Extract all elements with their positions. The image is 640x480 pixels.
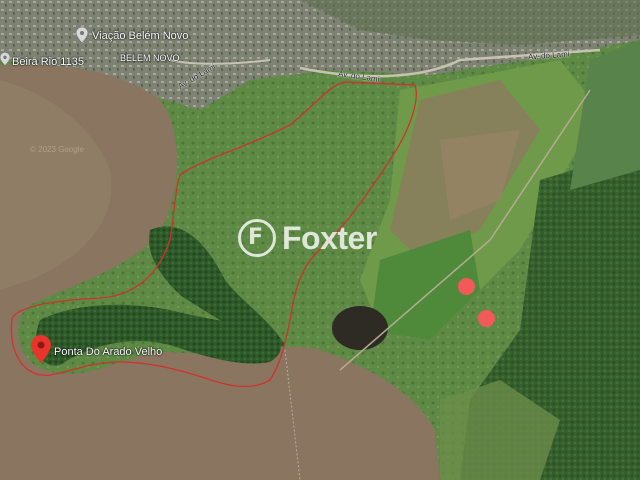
foxter-brand-text: Foxter [282, 219, 377, 256]
foxter-watermark: F Foxter [238, 219, 377, 257]
place-label-viacao: Viação Belém Novo [92, 30, 189, 42]
property-marker[interactable] [458, 278, 475, 295]
gray-pin-icon[interactable] [76, 27, 88, 43]
location-pin-icon[interactable] [31, 335, 51, 363]
map-copyright: © 2023 Google [30, 145, 84, 154]
place-label-belem-novo: BELEM NOVO [120, 53, 180, 63]
property-marker[interactable] [478, 310, 495, 327]
foxter-logo-icon: F [238, 219, 276, 257]
pin-place-label: Ponta Do Arado Velho [54, 346, 163, 358]
place-label-beira-rio: Beira Rio 1135 [12, 56, 84, 68]
satellite-map[interactable]: Viação Belém Novo Beira Rio 1135 BELEM N… [0, 0, 640, 480]
gray-pin-icon[interactable] [0, 52, 10, 66]
